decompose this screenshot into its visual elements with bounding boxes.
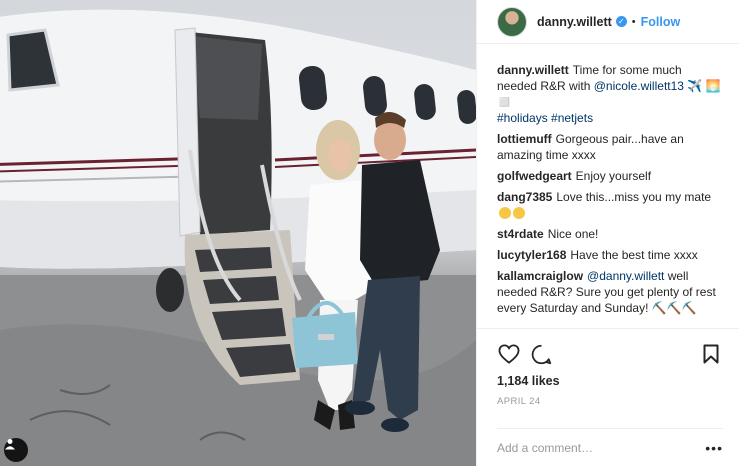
likes-count[interactable]: 1,184 likes — [497, 374, 723, 388]
author-username[interactable]: danny.willett — [537, 15, 612, 29]
comment-author[interactable]: st4rdate — [497, 227, 544, 241]
comment-author[interactable]: kallamcraiglow — [497, 269, 583, 283]
heart-icon — [498, 344, 520, 364]
comment-author[interactable]: golfwedgeart — [497, 169, 572, 183]
user-tag-icon — [5, 439, 15, 450]
kiss-face-emoji-icon — [499, 207, 511, 219]
save-button[interactable] — [699, 342, 723, 366]
add-comment-bar: ••• — [497, 428, 723, 466]
more-options-button[interactable]: ••• — [705, 440, 723, 456]
caption-author[interactable]: danny.willett — [497, 63, 569, 77]
post-caption: danny.willett Time for some much needed R… — [497, 62, 723, 126]
post-header: danny.willett ✓ • Follow — [477, 0, 739, 44]
post-photo[interactable] — [0, 0, 476, 466]
comment-mention[interactable]: @danny.willett — [587, 269, 664, 283]
instagram-post: danny.willett ✓ • Follow danny.willett Ti… — [0, 0, 739, 466]
photo-illustration — [0, 9, 476, 466]
follow-button[interactable]: Follow — [641, 15, 681, 29]
comment-item: kallamcraiglow @danny.willett well needed… — [497, 268, 723, 316]
comment-text: Nice one! — [547, 227, 599, 241]
comment-author[interactable]: lucytyler168 — [497, 248, 566, 262]
comment-item: dang7385 Love this...miss you my mate — [497, 189, 723, 221]
comment-text: Love this...miss you my mate — [556, 190, 712, 204]
comment-bubble-icon — [531, 344, 551, 364]
post-side-panel: danny.willett ✓ • Follow danny.willett Ti… — [476, 0, 739, 466]
comment-item: golfwedgeart Enjoy yourself — [497, 168, 723, 184]
comment-author[interactable]: lottiemuff — [497, 132, 552, 146]
caption-mention[interactable]: @nicole.willett13 — [594, 79, 684, 93]
post-actions: 1,184 likes April 24 — [477, 328, 739, 428]
comment-text: Have the best time xxxx — [570, 248, 698, 262]
verified-badge-icon: ✓ — [615, 16, 627, 27]
action-icons-row — [497, 339, 723, 369]
header-separator: • — [631, 15, 636, 28]
post-date[interactable]: April 24 — [497, 396, 723, 407]
bookmark-icon — [703, 344, 719, 364]
comments-list: danny.willett Time for some much needed R… — [477, 44, 739, 328]
like-button[interactable] — [497, 342, 521, 366]
add-comment-input[interactable] — [497, 440, 706, 455]
comment-item: lottiemuff Gorgeous pair...have an amazin… — [497, 131, 723, 163]
comment-text: Enjoy yourself — [575, 169, 652, 183]
comment-author[interactable]: dang7385 — [497, 190, 552, 204]
kiss-face-emoji-icon — [513, 207, 525, 219]
comment-item: st4rdate Nice one! — [497, 226, 723, 242]
author-avatar[interactable] — [497, 6, 527, 37]
comment-button[interactable] — [529, 342, 553, 366]
caption-hashtags[interactable]: #holidays #netjets — [497, 111, 593, 125]
comment-item: lucytyler168 Have the best time xxxx — [497, 247, 723, 263]
user-tag-button[interactable] — [4, 438, 28, 462]
